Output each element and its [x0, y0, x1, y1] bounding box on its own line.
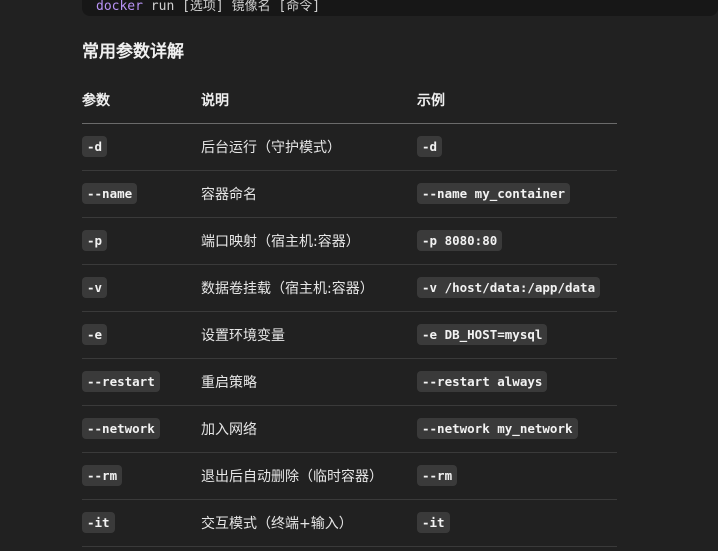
example-cell: --restart always	[417, 358, 617, 406]
param-code: -p	[82, 230, 108, 251]
header-desc: 说明	[201, 76, 417, 124]
example-cell: --network my_network	[417, 405, 617, 453]
param-cell: -e	[82, 311, 201, 359]
table-row: -v 数据卷挂载（宿主机:容器） -v /host/data:/app/data	[82, 264, 617, 312]
example-code: -it	[417, 512, 450, 533]
code-block: docker run [选项] 镜像名 [命令]	[82, 0, 718, 16]
param-code: --network	[82, 418, 160, 439]
example-cell: -it	[417, 499, 617, 547]
code-args: run [选项] 镜像名 [命令]	[142, 0, 321, 14]
example-code: --restart always	[417, 371, 548, 392]
param-code: --rm	[82, 465, 123, 486]
param-cell: -d	[82, 123, 201, 171]
params-table: 参数 说明 示例 -d 后台运行（守护模式） -d --name 容器命名 --…	[82, 76, 617, 547]
example-cell: --rm	[417, 452, 617, 500]
example-cell: -p 8080:80	[417, 217, 617, 265]
param-cell: -it	[82, 499, 201, 547]
param-cell: --name	[82, 170, 201, 218]
code-keyword: docker	[96, 0, 143, 14]
example-code: -v /host/data:/app/data	[417, 277, 601, 298]
example-cell: -d	[417, 123, 617, 171]
param-cell: -v	[82, 264, 201, 312]
table-row: --name 容器命名 --name my_container	[82, 170, 617, 218]
table-row: --rm 退出后自动删除（临时容器） --rm	[82, 452, 617, 500]
code-line: docker run [选项] 镜像名 [命令]	[96, 0, 320, 14]
param-code: --name	[82, 183, 138, 204]
example-code: -d	[417, 136, 443, 157]
example-code: -e DB_HOST=mysql	[417, 324, 548, 345]
param-cell: --restart	[82, 358, 201, 406]
desc-cell: 后台运行（守护模式）	[201, 123, 417, 171]
table-row: -it 交互模式（终端+输入） -it	[82, 499, 617, 547]
param-code: -v	[82, 277, 108, 298]
example-cell: -v /host/data:/app/data	[417, 264, 617, 312]
example-cell: -e DB_HOST=mysql	[417, 311, 617, 359]
desc-cell: 数据卷挂载（宿主机:容器）	[201, 264, 417, 312]
section-title: 常用参数详解	[82, 42, 184, 62]
desc-cell: 容器命名	[201, 170, 417, 218]
desc-cell: 端口映射（宿主机:容器）	[201, 217, 417, 265]
table-row: -d 后台运行（守护模式） -d	[82, 123, 617, 171]
example-code: -p 8080:80	[417, 230, 503, 251]
param-code: -e	[82, 324, 108, 345]
example-code: --rm	[417, 465, 458, 486]
table-header-row: 参数 说明 示例	[82, 76, 617, 124]
param-cell: -p	[82, 217, 201, 265]
desc-cell: 退出后自动删除（临时容器）	[201, 452, 417, 500]
table-row: --network 加入网络 --network my_network	[82, 405, 617, 453]
param-code: --restart	[82, 371, 160, 392]
example-code: --network my_network	[417, 418, 578, 439]
table-row: --restart 重启策略 --restart always	[82, 358, 617, 406]
param-cell: --rm	[82, 452, 201, 500]
example-cell: --name my_container	[417, 170, 617, 218]
desc-cell: 设置环境变量	[201, 311, 417, 359]
desc-cell: 重启策略	[201, 358, 417, 406]
table-row: -p 端口映射（宿主机:容器） -p 8080:80	[82, 217, 617, 265]
param-code: -it	[82, 512, 115, 533]
param-cell: --network	[82, 405, 201, 453]
header-example: 示例	[417, 76, 617, 124]
example-code: --name my_container	[417, 183, 570, 204]
header-param: 参数	[82, 76, 201, 124]
desc-cell: 交互模式（终端+输入）	[201, 499, 417, 547]
desc-cell: 加入网络	[201, 405, 417, 453]
param-code: -d	[82, 136, 108, 157]
table-row: -e 设置环境变量 -e DB_HOST=mysql	[82, 311, 617, 359]
